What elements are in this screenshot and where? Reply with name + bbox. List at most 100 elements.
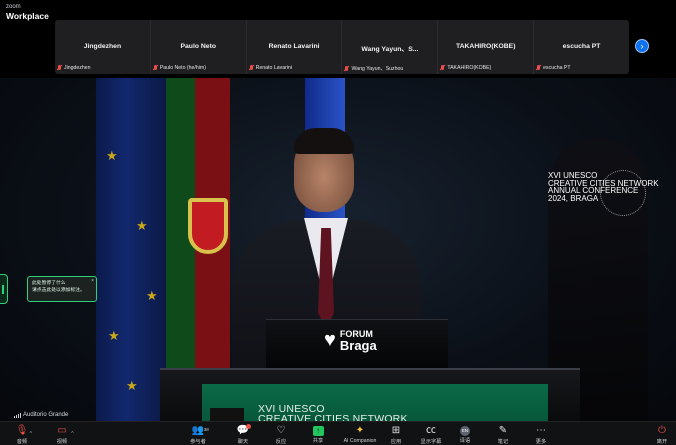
tooltip-line1: 此处暂停了什么 bbox=[32, 281, 66, 286]
mic-muted-icon bbox=[344, 65, 349, 72]
interpretation-button[interactable]: EN 译语 bbox=[445, 425, 485, 444]
flag-star-icon: ★ bbox=[108, 328, 120, 343]
interpretation-label: 译语 bbox=[459, 438, 471, 444]
participant-tile[interactable]: escucha PT escucha PT bbox=[534, 20, 629, 74]
heart-react-icon: ♡ bbox=[276, 425, 286, 436]
chat-label: 聊天 bbox=[237, 439, 249, 445]
annotation-tooltip[interactable]: × 此处暂停了什么 请点击此处以添加标注。 bbox=[27, 276, 97, 302]
participant-tag-label: escucha PT bbox=[543, 65, 571, 71]
react-button[interactable]: ♡ 反应 bbox=[261, 425, 301, 445]
mic-muted-icon bbox=[440, 65, 445, 71]
participant-tag-label: Wang Yayun、Suzhou bbox=[351, 66, 404, 72]
participant-tag: TAKAHIRO(KOBE) bbox=[440, 65, 491, 71]
share-arrow-icon: ↑ bbox=[312, 426, 324, 436]
speaker-hair bbox=[294, 128, 354, 154]
participant-name: Paulo Neto bbox=[180, 43, 216, 50]
share-button[interactable]: ↑ 共享 bbox=[298, 425, 338, 444]
participant-strip: Jingdezhen Jingdezhen Paulo Neto Paulo N… bbox=[55, 20, 629, 74]
participants-count: 38 bbox=[203, 427, 209, 432]
apps-label: 应用 bbox=[390, 439, 402, 445]
close-icon[interactable]: × bbox=[91, 278, 94, 285]
participants-label: 参与者 bbox=[190, 439, 206, 445]
more-button[interactable]: ⋯ 更多 bbox=[521, 425, 561, 445]
participant-tile[interactable]: Wang Yayun、S... Wang Yayun、Suzhou bbox=[342, 20, 439, 74]
ai-label: AI Companion bbox=[343, 438, 377, 444]
audio-source-name: Auditorio Grande bbox=[23, 412, 69, 418]
notes-button[interactable]: ✎ 笔记 bbox=[483, 425, 523, 445]
react-label: 反应 bbox=[275, 439, 287, 445]
heart-logo-icon: ♥ bbox=[324, 329, 336, 351]
participant-tag-label: TAKAHIRO(KOBE) bbox=[447, 65, 492, 71]
meeting-toolbar: 🎙 ^ 音频 ▭ ^ 视频 👥 38 参与者 💬 聊天 ♡ 反应 ↑ 共享 ✦ AI … bbox=[0, 421, 676, 445]
video-button[interactable]: ▭ ^ 视频 bbox=[42, 425, 82, 445]
tooltip-line2: 请点击此处以添加标注。 bbox=[32, 288, 85, 293]
active-speaker-video[interactable]: ★ ★ ★ ★ ★ ♥ FORUM Braga XVI UNESCO CREAT… bbox=[0, 78, 676, 426]
participant-tag-label: Jingdezhen bbox=[64, 65, 91, 71]
leave-label: 离开 bbox=[656, 439, 668, 445]
participants-icon: 👥 38 bbox=[191, 425, 209, 436]
captions-label: 显示字幕 bbox=[420, 439, 442, 445]
signal-bars-icon bbox=[14, 412, 21, 418]
portugal-flag bbox=[166, 78, 230, 378]
participant-tag: Wang Yayun、Suzhou bbox=[344, 65, 403, 72]
logo-workplace: Workplace bbox=[6, 11, 49, 21]
share-label: 共享 bbox=[312, 438, 324, 444]
audio-source-label: Auditorio Grande bbox=[14, 412, 68, 418]
conference-line4: 2024, BRAGA bbox=[548, 193, 599, 203]
participant-tag: Renato Lavarini bbox=[249, 65, 292, 71]
participant-tag: Paulo Neto (he/him) bbox=[153, 65, 206, 71]
more-label: 更多 bbox=[535, 439, 547, 445]
notes-label: 笔记 bbox=[497, 439, 509, 445]
participant-name: Jingdezhen bbox=[83, 43, 122, 50]
chevron-up-icon: ^ bbox=[71, 431, 74, 437]
flag-shield-icon bbox=[188, 198, 228, 254]
mic-muted-icon bbox=[536, 65, 541, 71]
conference-watermark: XVI UNESCO CREATIVE CITIES NETWORK ANNUA… bbox=[548, 172, 668, 202]
sparkle-icon: ✦ bbox=[355, 425, 365, 436]
notification-badge bbox=[245, 424, 251, 429]
participant-tile[interactable]: Jingdezhen Jingdezhen bbox=[55, 20, 151, 74]
interpretation-globe-icon: EN bbox=[460, 426, 470, 436]
participant-tile[interactable]: TAKAHIRO(KOBE) TAKAHIRO(KOBE) bbox=[438, 20, 535, 74]
flag-star-icon: ★ bbox=[106, 148, 118, 163]
cc-icon: ㏄ bbox=[426, 425, 436, 436]
mic-muted-icon: 🎙 ^ bbox=[16, 425, 32, 437]
participant-tag-label: Paulo Neto (he/him) bbox=[159, 65, 206, 71]
apps-grid-icon: ⊞ bbox=[391, 425, 401, 436]
participant-name: escucha PT bbox=[562, 43, 601, 50]
participant-tile[interactable]: Paulo Neto Paulo Neto (he/him) bbox=[151, 20, 247, 74]
flag-star-icon: ★ bbox=[126, 378, 138, 393]
participant-tag: escucha PT bbox=[536, 65, 571, 71]
apps-button[interactable]: ⊞ 应用 bbox=[376, 425, 416, 445]
mic-muted-icon bbox=[57, 65, 62, 71]
side-panel-handle[interactable] bbox=[0, 274, 8, 304]
chevron-up-icon: ^ bbox=[29, 431, 32, 437]
participants-button[interactable]: 👥 38 参与者 bbox=[178, 425, 218, 445]
chevron-right-icon: › bbox=[640, 41, 644, 51]
audio-button[interactable]: 🎙 ^ 音频 bbox=[2, 425, 42, 445]
forum-braga-logo: ♥ FORUM Braga bbox=[324, 328, 377, 352]
video-label: 视频 bbox=[56, 439, 68, 445]
mic-muted-icon bbox=[153, 65, 158, 71]
participant-name: TAKAHIRO(KOBE) bbox=[455, 43, 516, 50]
flag-star-icon: ★ bbox=[136, 218, 148, 233]
leave-icon: ⏻ bbox=[658, 425, 666, 436]
more-dots-icon: ⋯ bbox=[536, 425, 546, 436]
app-logo: zoom Workplace bbox=[6, 3, 49, 21]
flag-star-icon: ★ bbox=[146, 288, 158, 303]
mic-muted-icon bbox=[249, 65, 254, 71]
notes-icon: ✎ bbox=[498, 425, 508, 436]
chat-button[interactable]: 💬 聊天 bbox=[223, 424, 263, 445]
ai-companion-button[interactable]: ✦ AI Companion bbox=[340, 425, 380, 444]
leave-button[interactable]: ⏻ 离开 bbox=[642, 425, 676, 445]
video-off-icon: ▭ ^ bbox=[57, 425, 73, 437]
lectern-logo-line2: Braga bbox=[339, 338, 377, 353]
participant-tag: Jingdezhen bbox=[57, 65, 91, 71]
participant-tag-label: Renato Lavarini bbox=[255, 65, 292, 71]
participant-name: Renato Lavarini bbox=[268, 43, 320, 50]
chat-icon: 💬 bbox=[236, 424, 251, 436]
participant-name: Wang Yayun、S... bbox=[361, 46, 419, 53]
participant-tile[interactable]: Renato Lavarini Renato Lavarini bbox=[247, 20, 343, 74]
audio-label: 音频 bbox=[16, 439, 28, 445]
next-page-button[interactable]: › bbox=[635, 39, 649, 53]
